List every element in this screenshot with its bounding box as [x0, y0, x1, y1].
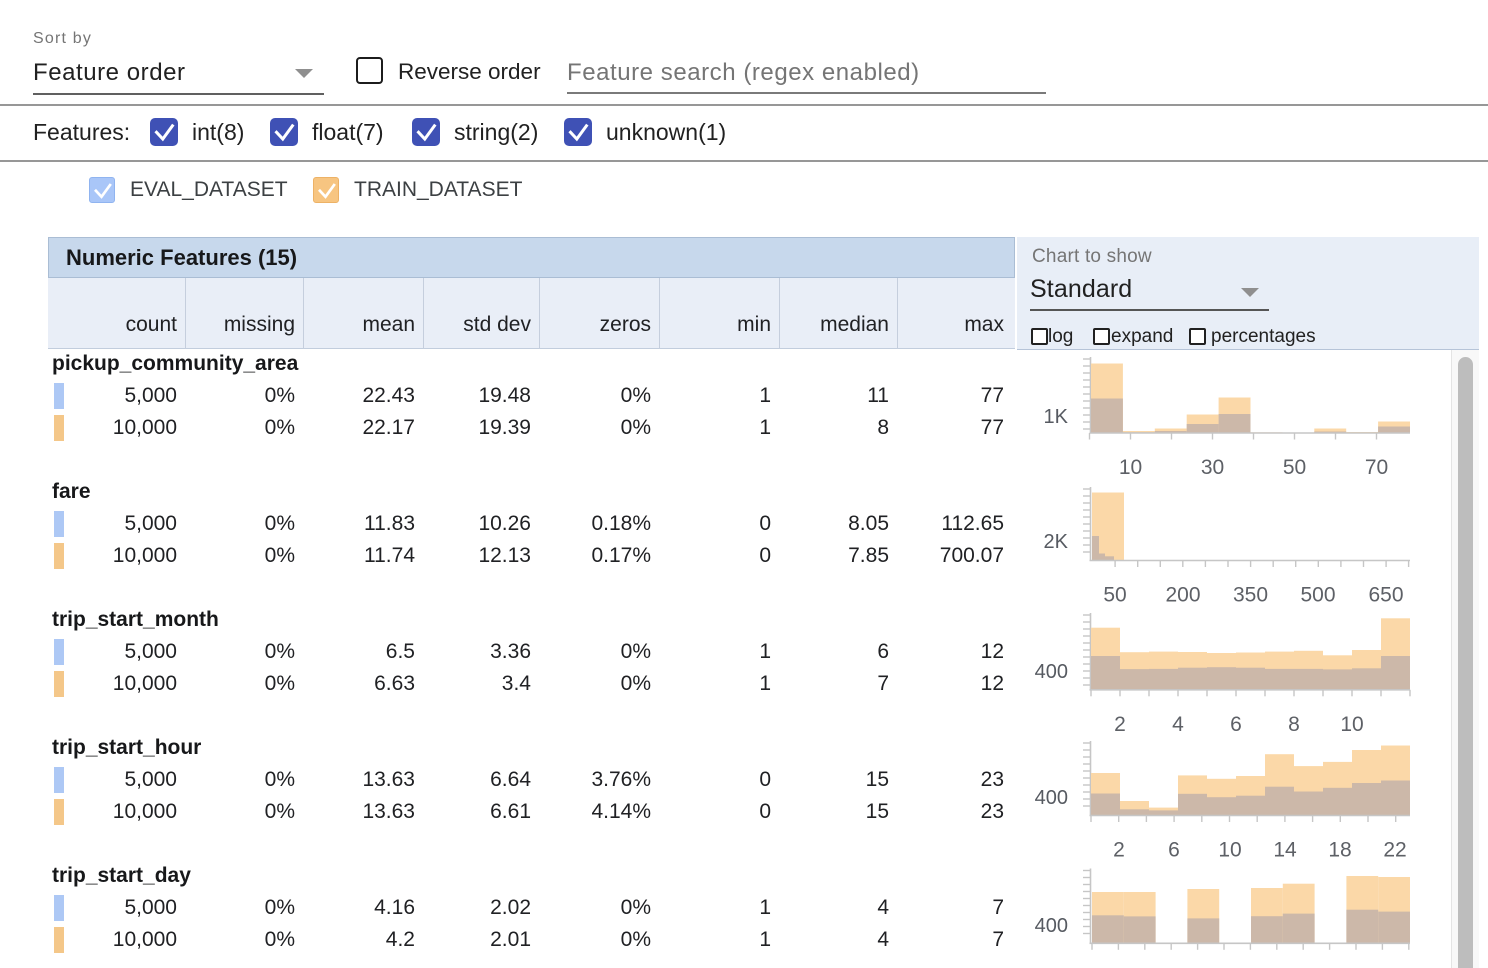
svg-text:400: 400: [1035, 661, 1068, 683]
svg-text:70: 70: [1365, 456, 1388, 478]
svg-text:14: 14: [1273, 839, 1297, 862]
svg-text:18: 18: [1328, 839, 1351, 862]
svg-text:2: 2: [1113, 839, 1125, 862]
svg-text:30: 30: [1201, 456, 1224, 478]
svg-text:50: 50: [1103, 584, 1126, 607]
svg-text:200: 200: [1165, 584, 1200, 607]
svg-text:6: 6: [1230, 713, 1242, 734]
svg-text:2: 2: [1114, 713, 1126, 734]
svg-text:400: 400: [1035, 787, 1068, 809]
svg-text:10: 10: [1119, 456, 1142, 478]
svg-text:500: 500: [1300, 584, 1335, 607]
svg-text:10: 10: [1218, 839, 1241, 862]
svg-text:50: 50: [1283, 456, 1306, 478]
svg-text:400: 400: [1035, 915, 1068, 937]
svg-text:350: 350: [1233, 584, 1268, 607]
svg-text:4: 4: [1172, 713, 1184, 734]
svg-text:10: 10: [1340, 713, 1363, 734]
svg-text:650: 650: [1368, 584, 1403, 607]
svg-text:6: 6: [1168, 839, 1180, 862]
svg-text:2K: 2K: [1044, 531, 1069, 553]
svg-text:1K: 1K: [1044, 406, 1069, 428]
svg-text:8: 8: [1288, 713, 1300, 734]
svg-text:22: 22: [1383, 839, 1406, 862]
